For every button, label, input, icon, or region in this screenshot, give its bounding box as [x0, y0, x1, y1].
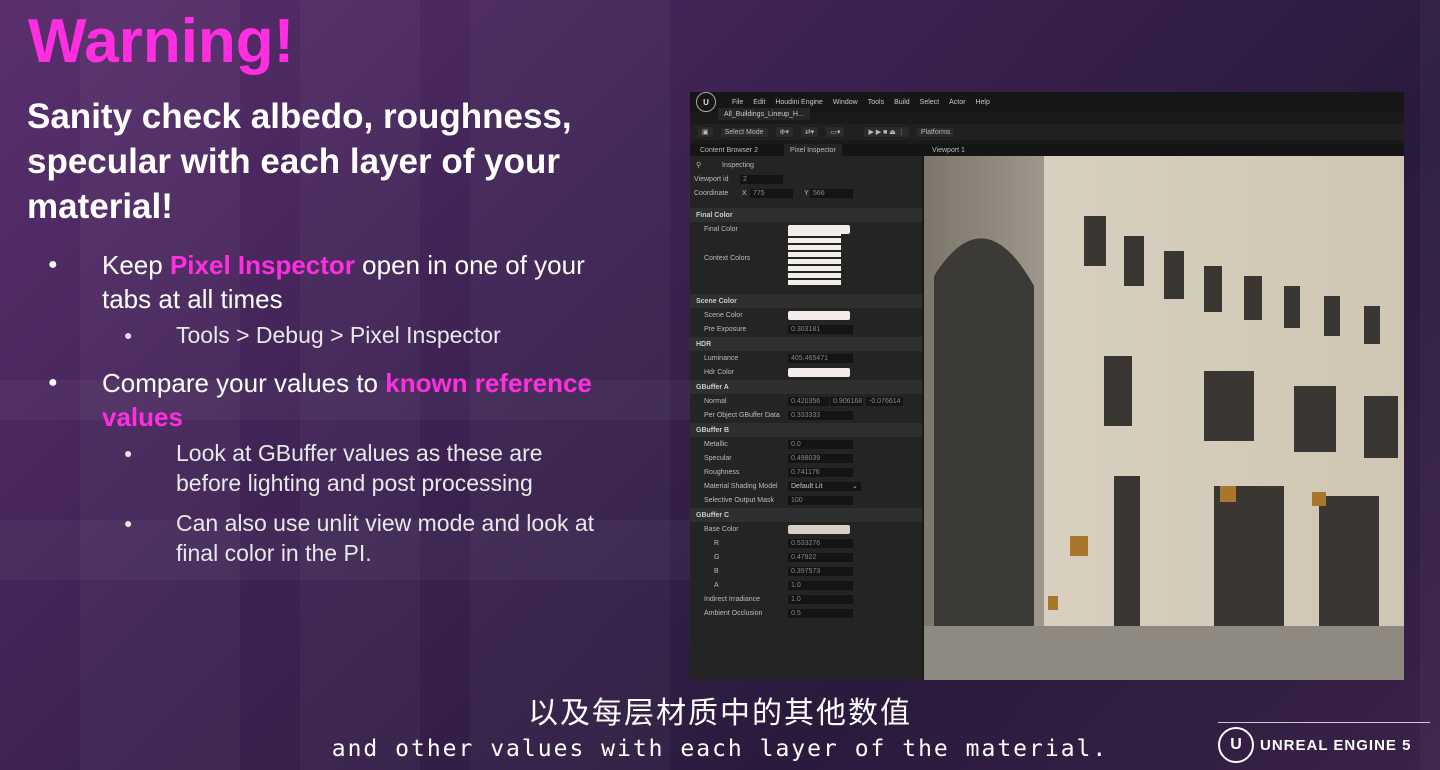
cinematics-icon[interactable]: ▭▾ [826, 127, 845, 137]
menu-tools[interactable]: Tools [868, 99, 884, 106]
menu-actor[interactable]: Actor [949, 99, 965, 106]
menu-window[interactable]: Window [833, 99, 858, 106]
section-final-color[interactable]: Final Color [696, 212, 733, 219]
save-icon[interactable]: ▣ [698, 127, 713, 137]
blueprint-icon[interactable]: ⇄▾ [800, 127, 819, 137]
sub-bullet-unlit: Can also use unlit view mode and look at… [40, 508, 600, 568]
slide-title: Warning! [28, 7, 295, 76]
menu-file[interactable]: File [732, 99, 743, 106]
select-mode-dropdown[interactable]: Select Mode [720, 127, 768, 137]
play-icon[interactable]: ▶ ▶ ■ ⏏ ⋮ [864, 127, 909, 137]
highlight-pixel-inspector: Pixel Inspector [169, 250, 355, 280]
panel-tabs: Content Browser 2 Pixel Inspector Viewpo… [690, 144, 1404, 156]
inspecting-label: Inspecting [722, 161, 754, 169]
menu-build[interactable]: Build [894, 99, 910, 106]
sub-bullet-gbuffer: Look at GBuffer values as these are befo… [40, 438, 600, 498]
section-hdr[interactable]: HDR [696, 341, 711, 348]
bullet-compare-values: Compare your values to known reference v… [40, 366, 600, 434]
unreal-engine-brand: U UNREAL ENGINE 5 [1218, 722, 1430, 767]
chevron-down-icon: ⌄ [852, 483, 858, 490]
sub-bullet-tools-path: Tools > Debug > Pixel Inspector [40, 320, 600, 350]
metallic-field[interactable]: 0.0 [788, 439, 853, 449]
slide-subtitle: Sanity check albedo, roughness, specular… [27, 97, 572, 226]
shading-model-dropdown[interactable]: Default Lit [788, 481, 861, 491]
scene-color-swatch [788, 310, 850, 320]
level-tab[interactable]: All_Buildings_Lineup_H... [718, 108, 810, 120]
tab-viewport[interactable]: Viewport 1 [926, 144, 971, 156]
menu-help[interactable]: Help [975, 99, 989, 106]
unreal-logo-icon: U [1218, 727, 1254, 763]
section-gbuffer-c[interactable]: GBuffer C [696, 512, 729, 519]
pixel-inspector-panel: ⚲ Inspecting Viewport id 2 Coordinate X 775 Y… [690, 156, 922, 680]
brand-text: UNREAL ENGINE 5 [1260, 736, 1412, 754]
bullet-list: Keep Pixel Inspector open in one of your… [40, 248, 600, 578]
viewport-building[interactable] [924, 156, 1404, 680]
platforms-dropdown[interactable]: Platforms [916, 127, 955, 137]
base-color-swatch [788, 524, 850, 534]
main-toolbar: ▣ Select Mode ⊕▾ ⇄▾ ▭▾ ▶ ▶ ■ ⏏ ⋮ Platfor… [690, 124, 1404, 140]
roughness-field[interactable]: 0.741176 [788, 467, 853, 477]
tab-content-browser[interactable]: Content Browser 2 [694, 144, 764, 156]
inspecting-icon[interactable]: ⚲ [696, 161, 701, 169]
bullet-pixel-inspector: Keep Pixel Inspector open in one of your… [40, 248, 600, 316]
unreal-logo-icon: U [696, 92, 716, 112]
add-actor-icon[interactable]: ⊕▾ [775, 127, 793, 137]
menu-select[interactable]: Select [920, 99, 939, 106]
coord-y-field[interactable]: 566 [810, 188, 853, 198]
viewport-id-field[interactable]: 2 [740, 174, 783, 184]
hdr-color-swatch [788, 367, 850, 377]
context-colors-grid [788, 232, 841, 285]
menu-houdini-engine[interactable]: Houdini Engine [775, 99, 822, 106]
tab-pixel-inspector[interactable]: Pixel Inspector [784, 144, 842, 156]
specular-field[interactable]: 0.498039 [788, 453, 853, 463]
unreal-editor-screenshot: U File Edit Houdini Engine Window Tools … [690, 92, 1404, 680]
section-gbuffer-b[interactable]: GBuffer B [696, 427, 729, 434]
coord-x-field[interactable]: 775 [750, 188, 793, 198]
building-render [924, 156, 1404, 680]
section-gbuffer-a[interactable]: GBuffer A [696, 384, 729, 391]
menu-edit[interactable]: Edit [753, 99, 765, 106]
section-scene-color[interactable]: Scene Color [696, 298, 737, 305]
